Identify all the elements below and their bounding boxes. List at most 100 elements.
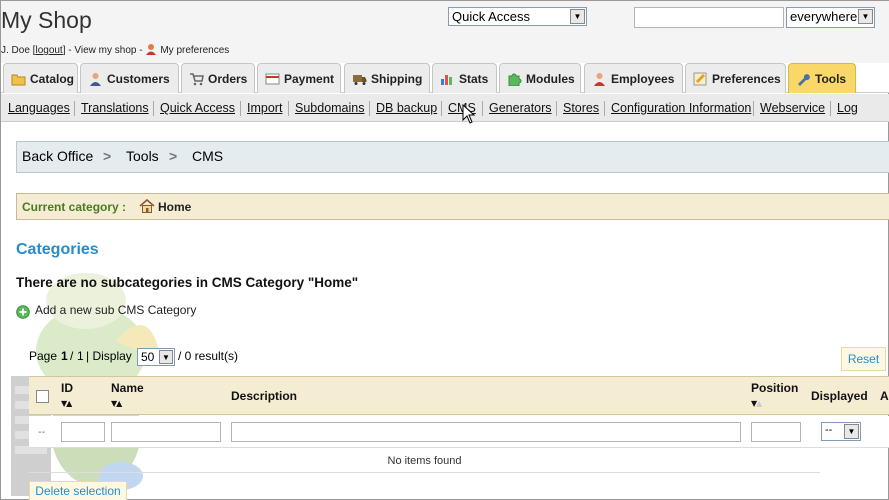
sort-arrows-icon[interactable]: ▼▲ <box>61 399 72 408</box>
reset-button[interactable]: Reset <box>841 347 886 371</box>
wrench-icon <box>798 74 810 86</box>
chevron-down-icon: ▼ <box>570 9 585 24</box>
folder-icon <box>11 74 26 86</box>
main-tabs: Catalog Customers Orders Payment Shippin… <box>1 63 889 93</box>
pager-total-pages: 1 <box>77 349 84 363</box>
puzzle-icon <box>508 73 522 86</box>
add-sub-category-link[interactable]: Add a new sub CMS Category <box>35 303 196 317</box>
column-name: Name <box>111 381 144 395</box>
tools-subtabs: Languages Translations Quick Access Impo… <box>1 94 889 122</box>
breadcrumb-cms: CMS <box>192 148 224 164</box>
current-category-bar: Current category : Home <box>16 193 889 220</box>
table-header: ID ▼▲ Name ▼▲ Description Position ▼▲ Di… <box>29 376 889 415</box>
subtab-divider <box>556 101 557 116</box>
filter-placeholder: -- <box>38 427 46 438</box>
subtab-divider <box>482 101 483 116</box>
subtab-languages[interactable]: Languages <box>8 101 70 115</box>
tab-modules[interactable]: Modules <box>499 63 581 93</box>
subtab-log[interactable]: Log <box>837 101 858 115</box>
chevron-right-icon: > <box>169 148 178 164</box>
column-position: Position <box>751 381 799 395</box>
per-page-select[interactable]: 50 ▼ <box>137 348 175 366</box>
pager-current-page: 1 <box>61 349 68 363</box>
shop-title: My Shop <box>1 7 92 33</box>
subtab-configuration-information[interactable]: Configuration Information <box>611 101 751 115</box>
delete-selection-button[interactable]: Delete selection <box>29 481 127 500</box>
current-category-label: Current category : <box>22 200 127 214</box>
subtab-translations[interactable]: Translations <box>81 101 149 115</box>
preferences-user-icon <box>146 44 157 55</box>
tab-shipping[interactable]: Shipping <box>344 63 430 93</box>
header: My Shop J. Doe [logout] - View my shop -… <box>1 1 889 63</box>
search-scope-value: everywhere <box>790 9 858 24</box>
pager-slash: / <box>70 349 74 363</box>
pager-results: / 0 result(s) <box>178 349 239 363</box>
subtab-divider <box>369 101 370 116</box>
pager-page-label: Page <box>29 349 58 363</box>
search-scope-select[interactable]: everywhere ▼ <box>786 7 875 28</box>
tab-employees[interactable]: Employees <box>584 63 683 93</box>
subtab-divider <box>74 101 75 116</box>
no-subcategories-message: There are no subcategories in CMS Catego… <box>16 275 359 290</box>
no-items-message: No items found <box>29 449 820 473</box>
chevron-right-icon: > <box>103 148 112 164</box>
sort-arrows-icon[interactable]: ▼▲ <box>111 399 122 408</box>
chevron-down-icon: ▼ <box>858 9 873 24</box>
tab-stats[interactable]: Stats <box>432 63 497 93</box>
subtab-divider <box>753 101 754 116</box>
subtab-generators[interactable]: Generators <box>489 101 552 115</box>
filter-position-input[interactable] <box>751 422 801 442</box>
subtab-subdomains[interactable]: Subdomains <box>295 101 365 115</box>
customer-icon <box>90 73 101 86</box>
filter-displayed-value: -- <box>825 424 833 436</box>
subtab-stores[interactable]: Stores <box>563 101 599 115</box>
breadcrumb-back-office[interactable]: Back Office <box>22 148 93 164</box>
tab-tools[interactable]: Tools <box>788 63 856 93</box>
current-category-home-link[interactable]: Home <box>158 200 191 214</box>
subtab-quick-access[interactable]: Quick Access <box>160 101 235 115</box>
breadcrumb-tools[interactable]: Tools <box>126 148 159 164</box>
select-all-checkbox[interactable] <box>36 390 49 403</box>
cms-categories-table: ID ▼▲ Name ▼▲ Description Position ▼▲ Di… <box>29 376 889 476</box>
tab-preferences[interactable]: Preferences <box>685 63 786 93</box>
filter-id-input[interactable] <box>61 422 105 442</box>
employee-icon <box>594 73 605 86</box>
pager-display-label: | Display <box>86 349 132 363</box>
chart-icon <box>441 75 452 85</box>
subtab-webservice[interactable]: Webservice <box>760 101 825 115</box>
chevron-down-icon: ▼ <box>844 424 859 439</box>
column-id: ID <box>61 381 73 395</box>
tab-payment[interactable]: Payment <box>257 63 341 93</box>
filter-name-input[interactable] <box>111 422 221 442</box>
sort-arrows-icon[interactable]: ▼▲ <box>751 399 762 408</box>
filter-description-input[interactable] <box>231 422 741 442</box>
subtab-db-backup[interactable]: DB backup <box>376 101 437 115</box>
subtab-divider <box>153 101 154 116</box>
home-icon <box>139 199 155 213</box>
chevron-down-icon: ▼ <box>159 350 173 364</box>
search-input[interactable] <box>634 7 784 28</box>
logout-link[interactable]: logout <box>35 45 62 56</box>
truck-icon <box>353 75 367 85</box>
filter-displayed-select[interactable]: -- ▼ <box>821 422 861 441</box>
tab-orders[interactable]: Orders <box>181 63 255 93</box>
column-description: Description <box>231 389 298 403</box>
add-icon[interactable] <box>16 305 30 319</box>
column-displayed: Displayed <box>811 389 868 403</box>
tab-customers[interactable]: Customers <box>80 63 179 93</box>
per-page-value: 50 <box>141 350 155 364</box>
subtab-import[interactable]: Import <box>247 101 282 115</box>
user-name: J. Doe [ <box>1 45 36 56</box>
column-actions: A <box>880 389 889 403</box>
preferences-icon <box>693 72 707 86</box>
view-shop-link[interactable]: ] - View my shop - <box>63 45 143 56</box>
quick-access-value: Quick Access <box>452 9 531 24</box>
user-line: J. Doe [logout] - View my shop - My pref… <box>1 43 229 56</box>
quick-access-select[interactable]: Quick Access ▼ <box>448 7 587 26</box>
my-preferences-link[interactable]: My preferences <box>160 45 229 56</box>
subtab-divider <box>240 101 241 116</box>
subtab-divider <box>604 101 605 116</box>
categories-heading: Categories <box>16 241 99 258</box>
tab-catalog[interactable]: Catalog <box>3 63 78 93</box>
subtab-divider <box>288 101 289 116</box>
